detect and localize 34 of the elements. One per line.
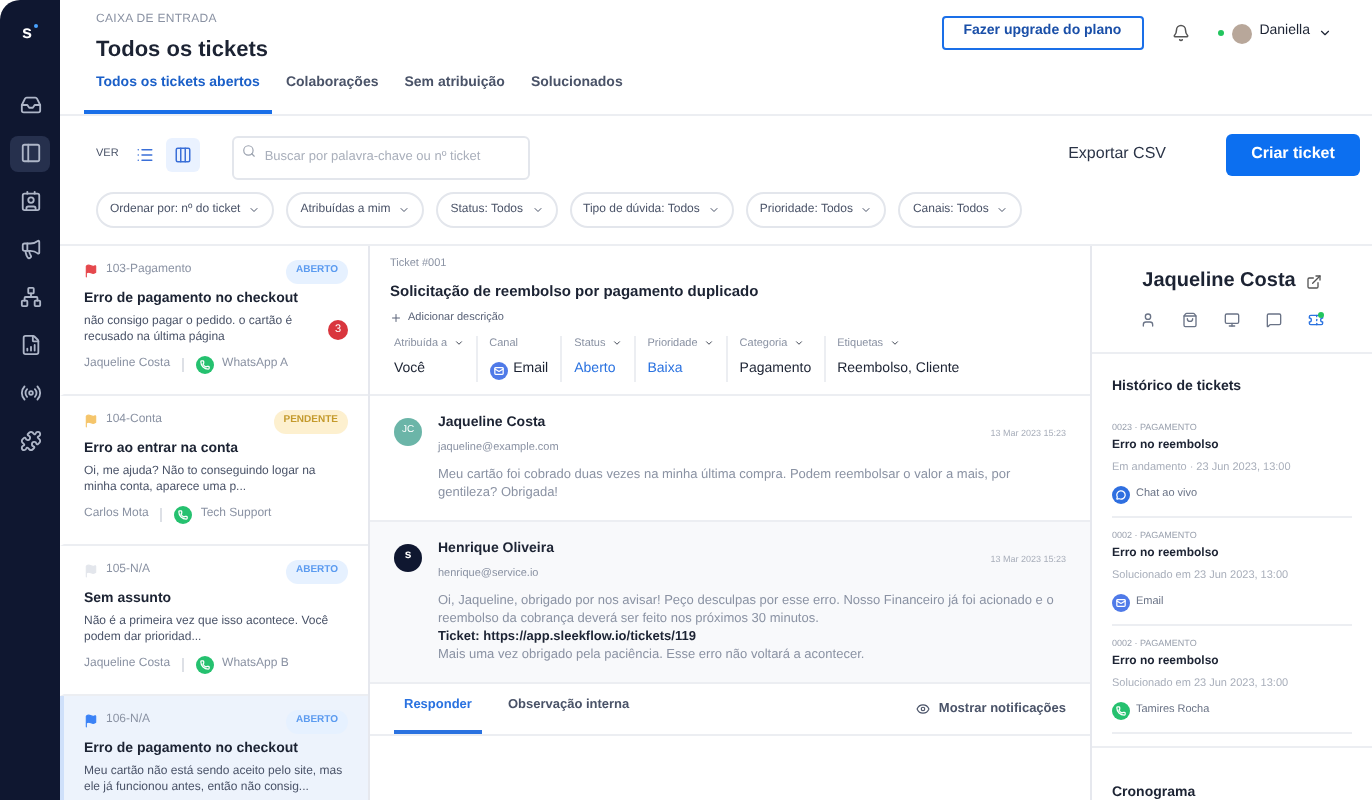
avatar [1231, 23, 1252, 43]
chevron-icon [860, 204, 873, 216]
page-title: Todos os tickets [96, 36, 268, 66]
chevron-icon [889, 338, 900, 349]
chevron-icon [398, 204, 411, 216]
whatsapp-icon [174, 506, 193, 524]
columns-view-icon[interactable] [166, 137, 201, 171]
logo: s [21, 20, 32, 46]
chevron-icon [1318, 26, 1332, 40]
external-link-icon[interactable] [1305, 273, 1322, 289]
tickets-nav-icon[interactable] [10, 135, 50, 171]
chevron-icon [248, 204, 261, 216]
chevron-icon [703, 338, 714, 349]
chevron-icon [531, 204, 543, 216]
ticket-icon[interactable] [1308, 312, 1324, 328]
search-icon [242, 143, 257, 158]
bag-icon[interactable] [1182, 312, 1198, 328]
notification-icon[interactable] [1171, 24, 1190, 42]
create-ticket-button[interactable]: Criar ticket [1226, 133, 1360, 175]
whatsapp-icon [196, 656, 215, 674]
eye-icon [916, 702, 931, 717]
export-csv-button[interactable]: Exportar CSV [1048, 133, 1186, 175]
chevron-icon [611, 338, 622, 349]
chevron-icon [996, 204, 1009, 216]
email-icon [489, 361, 508, 380]
chat-icon[interactable] [1266, 312, 1282, 328]
contact-name: Jaqueline Costa [1142, 268, 1296, 296]
chevron-icon [453, 338, 464, 349]
chevron-icon [793, 338, 804, 349]
person-icon[interactable] [1140, 312, 1156, 328]
monitor-icon[interactable] [1224, 312, 1240, 328]
chevron-icon [707, 204, 720, 216]
plus-icon [390, 311, 402, 324]
whatsapp-icon [196, 356, 215, 374]
